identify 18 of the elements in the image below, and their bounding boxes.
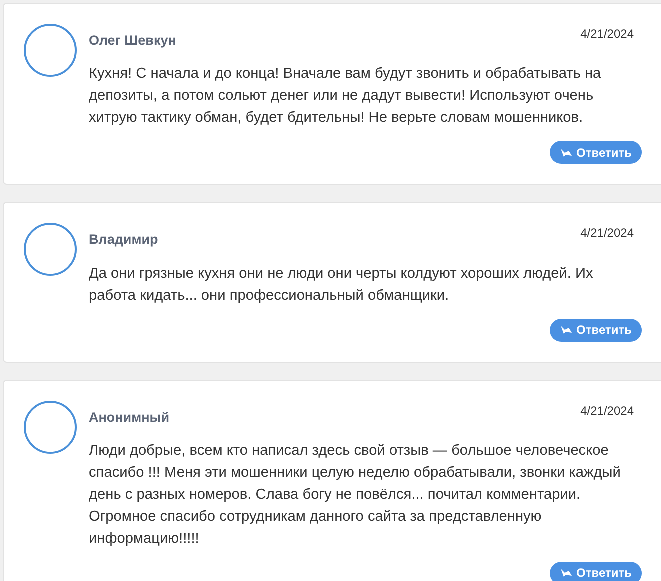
comment-text: Люди добрые, всем кто написал здесь свой отзыв — большое человеческое спасибо !!! Меня эти мошенники целую неделю обрабатывали, звонки каждый день с разных номеров. Слава богу не повёлся... почитал комментарии. Огромное спасибо сотрудникам данного сайта за представленную информацию!!!!! bbox=[89, 442, 622, 549]
avatar-icon bbox=[24, 223, 77, 276]
reply-arrow-icon bbox=[560, 148, 573, 158]
reply-button[interactable]: Ответить bbox=[550, 318, 642, 342]
reply-arrow-icon bbox=[560, 568, 573, 578]
comment-date: 4/21/2024 bbox=[580, 402, 634, 420]
comment-date: 4/21/2024 bbox=[580, 26, 634, 43]
author-name: Владимир bbox=[89, 231, 158, 250]
reply-button[interactable]: Ответить bbox=[550, 141, 642, 164]
author-name: Олег Шевкун bbox=[89, 32, 176, 50]
author-name: Анонимный bbox=[89, 408, 170, 426]
comment-date: 4/21/2024 bbox=[580, 225, 634, 242]
reply-button[interactable]: Ответить bbox=[550, 562, 642, 581]
comment-text: Кухня! С начала и до конца! Вначале вам будут звонить и обрабатывать на депозиты, а потом сольют денег или не дадут вывести! Используют очень хитрую тактику обман, будет бдительны! Не верьте словам мошенников. bbox=[89, 65, 602, 128]
avatar-icon bbox=[24, 24, 77, 77]
avatar-icon bbox=[24, 400, 77, 454]
reply-arrow-icon bbox=[560, 325, 573, 335]
comment-text: Да они грязные кухня они не люди они черты колдуют хороших людей. Их работа кидать... они профессиональный обманщики. bbox=[89, 264, 594, 306]
